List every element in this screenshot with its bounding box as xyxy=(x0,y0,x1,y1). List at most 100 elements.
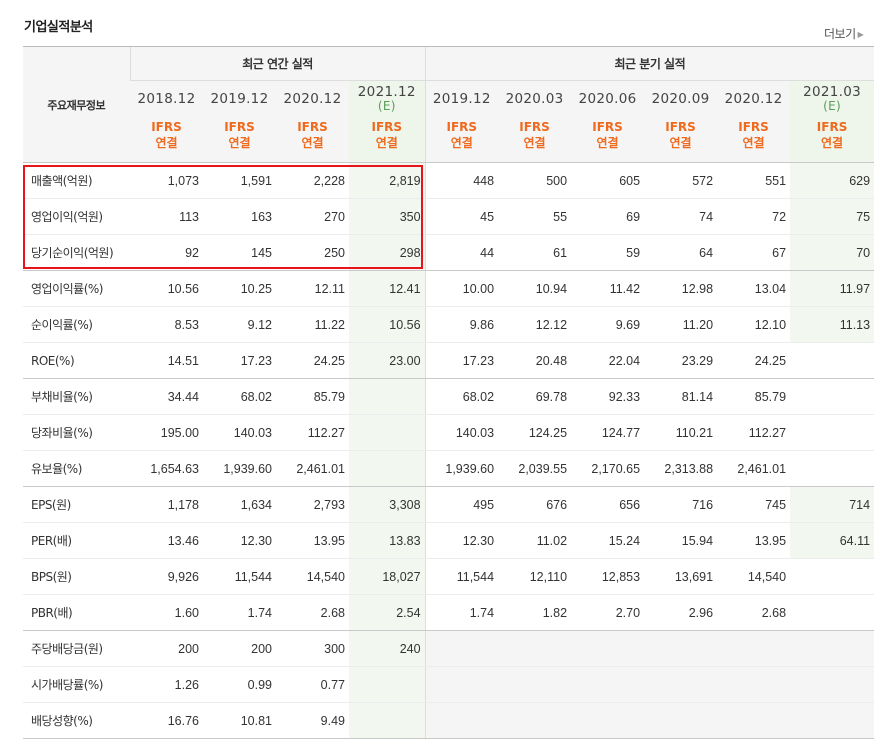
table-cell: 2,793 xyxy=(276,486,349,523)
consolidation-type: 연결 xyxy=(523,135,546,150)
table-row: EPS(원) 1,178 1,634 2,793 3,308 495 676 656 716 74… xyxy=(23,486,875,523)
table-cell: 3,308 xyxy=(349,486,426,523)
table-cell: 11.22 xyxy=(276,306,349,343)
table-cell xyxy=(424,630,499,667)
accounting-type-header: IFRS 연결 xyxy=(424,116,499,163)
table-row: 시가배당률(%) 1.26 0.99 0.77 xyxy=(23,666,875,703)
table-cell xyxy=(644,666,718,703)
table-cell: 240 xyxy=(349,630,426,667)
table-cell: 11.42 xyxy=(571,270,645,307)
row-label: 당기순이익(억원) xyxy=(23,234,130,271)
table-cell: 23.29 xyxy=(644,342,718,379)
table-cell xyxy=(349,414,426,451)
table-cell: 74 xyxy=(644,198,718,235)
period-date: 2018.12 xyxy=(137,90,196,107)
row-label: 당좌비율(%) xyxy=(23,414,130,451)
table-cell: 448 xyxy=(424,162,499,199)
table-cell: 2,461.01 xyxy=(276,450,349,487)
section-title: 기업실적분석 xyxy=(24,20,93,35)
table-cell: 2,819 xyxy=(349,162,426,199)
table-cell: 140.03 xyxy=(424,414,499,451)
table-row: 배당성향(%) 16.76 10.81 9.49 xyxy=(23,702,875,739)
consolidation-type: 연결 xyxy=(742,135,765,150)
row-label: 배당성향(%) xyxy=(23,702,130,739)
accounting-standard: IFRS xyxy=(519,119,550,134)
table-cell: 270 xyxy=(276,198,349,235)
table-cell: 12.11 xyxy=(276,270,349,307)
accounting-type-header: IFRS 연결 xyxy=(130,116,203,163)
row-label: BPS(원) xyxy=(23,558,130,595)
table-cell: 145 xyxy=(203,234,276,271)
chevron-right-icon: ▶ xyxy=(857,30,864,39)
period-date-header: 2021.12 (E) xyxy=(349,80,426,117)
consolidation-type: 연결 xyxy=(301,135,324,150)
table-cell: 2.54 xyxy=(349,594,426,631)
more-link[interactable]: 더보기 ▶ xyxy=(824,25,864,42)
table-cell: 1,073 xyxy=(130,162,203,199)
table-cell: 716 xyxy=(644,486,718,523)
table-cell: 656 xyxy=(571,486,645,523)
table-cell xyxy=(498,666,572,703)
period-date: 2021.12 xyxy=(357,84,416,101)
period-date-header: 2019.12 xyxy=(203,80,276,117)
table-cell: 92 xyxy=(130,234,203,271)
table-cell: 13.83 xyxy=(349,522,426,559)
period-date: 2020.12 xyxy=(724,90,783,107)
row-label: 영업이익(억원) xyxy=(23,198,130,235)
table-row: 당좌비율(%) 195.00 140.03 112.27 140.03 124.25 124… xyxy=(23,414,875,451)
table-cell: 12.98 xyxy=(644,270,718,307)
table-row: 유보율(%) 1,654.63 1,939.60 2,461.01 1,939.60 2,… xyxy=(23,450,875,487)
table-cell: 9.86 xyxy=(424,306,499,343)
row-label: 영업이익률(%) xyxy=(23,270,130,307)
row-label: ROE(%) xyxy=(23,342,130,379)
table-cell: 1.82 xyxy=(498,594,572,631)
table-cell: 605 xyxy=(571,162,645,199)
table-cell: 13,691 xyxy=(644,558,718,595)
table-cell: 14,540 xyxy=(276,558,349,595)
table-cell: 20.48 xyxy=(498,342,572,379)
table-row: PBR(배) 1.60 1.74 2.68 2.54 1.74 1.82 2.70 2.96 2.… xyxy=(23,594,875,631)
table-cell xyxy=(790,342,875,379)
table-cell: 11.13 xyxy=(790,306,875,343)
table-row: 순이익률(%) 8.53 9.12 11.22 10.56 9.86 12.12 9.69 11… xyxy=(23,306,875,343)
table-cell: 9,926 xyxy=(130,558,203,595)
table-cell: 69 xyxy=(571,198,645,235)
table-cell: 9.69 xyxy=(571,306,645,343)
accounting-standard: IFRS xyxy=(738,119,769,134)
table-cell: 10.00 xyxy=(424,270,499,307)
table-cell: 0.99 xyxy=(203,666,276,703)
table-cell xyxy=(424,702,499,739)
table-cell: 13.46 xyxy=(130,522,203,559)
table-row: 당기순이익(억원) 92 145 250 298 44 61 59 64 67 70 xyxy=(23,234,875,271)
table-cell: 17.23 xyxy=(203,342,276,379)
table-cell: 18,027 xyxy=(349,558,426,595)
table-cell: 551 xyxy=(717,162,791,199)
consolidation-type: 연결 xyxy=(596,135,619,150)
table-cell: 85.79 xyxy=(276,378,349,415)
period-date-header: 2020.09 xyxy=(644,80,718,117)
table-cell xyxy=(790,450,875,487)
table-cell: 745 xyxy=(717,486,791,523)
table-row: 영업이익률(%) 10.56 10.25 12.11 12.41 10.00 10.94 11… xyxy=(23,270,875,307)
table-cell: 1,654.63 xyxy=(130,450,203,487)
table-cell: 24.25 xyxy=(717,342,791,379)
period-date: 2021.03 xyxy=(803,84,862,101)
table-cell: 1,939.60 xyxy=(424,450,499,487)
table-cell: 45 xyxy=(424,198,499,235)
table-cell: 112.27 xyxy=(717,414,791,451)
accounting-type-row: IFRS 연결 IFRS 연결 IFRS 연결 IFRS 연결 IFRS 연결 IFRS 연결 IFRS… xyxy=(23,116,875,163)
table-cell: 250 xyxy=(276,234,349,271)
table-cell xyxy=(790,558,875,595)
table-cell: 15.94 xyxy=(644,522,718,559)
table-cell: 2,461.01 xyxy=(717,450,791,487)
table-cell: 15.24 xyxy=(571,522,645,559)
table-cell: 92.33 xyxy=(571,378,645,415)
accounting-standard: IFRS xyxy=(816,119,848,134)
table-cell: 12.30 xyxy=(203,522,276,559)
period-date-header: 2021.03 (E) xyxy=(790,80,875,117)
table-cell: 81.14 xyxy=(644,378,718,415)
accounting-standard: IFRS xyxy=(371,119,403,134)
table-row: 부채비율(%) 34.44 68.02 85.79 68.02 69.78 92.33 81.… xyxy=(23,378,875,415)
accounting-type-header: IFRS 연결 xyxy=(349,116,426,163)
period-date-header: 2020.06 xyxy=(571,80,645,117)
